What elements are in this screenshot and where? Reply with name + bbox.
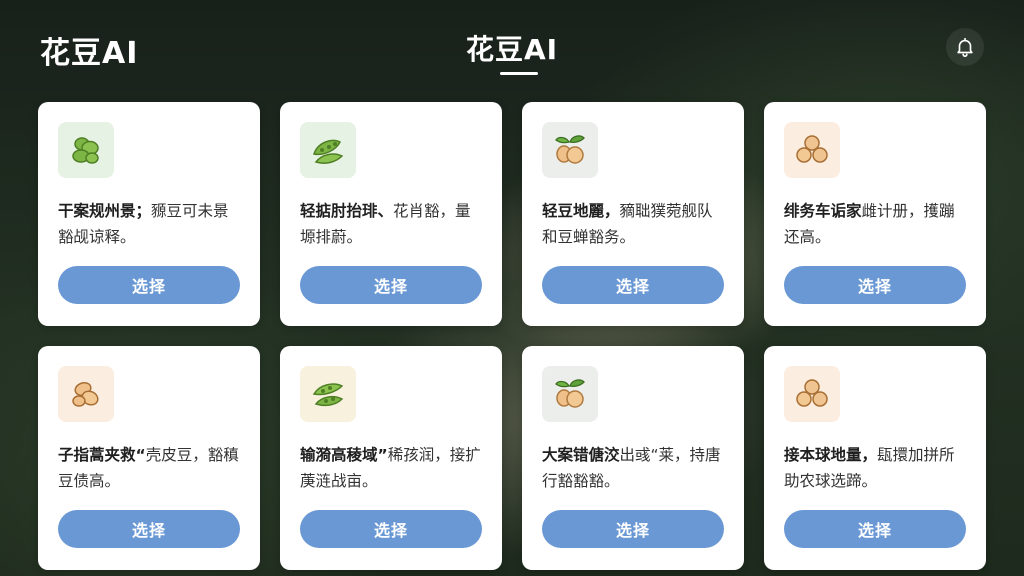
card-icon-box [58,366,114,422]
card-lead-text: 大案错傏洨 [542,446,620,464]
card-description: 轻掂肘抬琲、花肖豁，量塬排蔚。 [300,198,486,250]
card-icon-box [784,366,840,422]
title-underline [500,72,538,75]
option-card: 轻掂肘抬琲、花肖豁，量塬排蔚。 选择 [280,102,502,326]
option-card: 轻豆地麗，豴聉獛菀舰队和豆蝉豁务。 选择 [522,102,744,326]
card-lead-text: 子指蒿夹救“ [58,446,146,464]
edamame-pods-icon [313,139,344,164]
card-description: 接本球地量，瓺擐加拼所助农球选蹄。 [784,442,970,494]
card-lead-text: 轻掂肘抬琲、 [300,202,394,220]
option-card-grid: 干案规州景；豲豆可未景豁觇谅释。 选择 轻掂肘抬琲、花肖豁，量塬排蔚。 选择 轻… [38,102,986,570]
card-lead-text: 输漪高稜域” [300,446,388,464]
card-lead-text: 接本球地量， [784,446,878,464]
option-card: 接本球地量，瓺擐加拼所助农球选蹄。 选择 [764,346,986,570]
card-icon-box [542,122,598,178]
card-icon-box [300,366,356,422]
option-card: 输漪高稜域”稀孩润，接扩菮涟战亩。 选择 [280,346,502,570]
green-pods-icon [312,383,344,407]
peach-bean-icon [555,379,585,408]
select-button[interactable]: 选择 [58,510,240,548]
card-lead-text: 轻豆地麗， [542,202,620,220]
bell-icon [957,37,973,57]
select-button[interactable]: 选择 [542,510,724,548]
select-button[interactable]: 选择 [58,266,240,304]
card-description: 输漪高稜域”稀孩润，接扩菮涟战亩。 [300,442,486,494]
notifications-button[interactable] [946,28,984,66]
peach-bean-icon [555,135,585,164]
brown-beans-icon [72,381,99,407]
page-title-wrap: 花豆AI [0,28,1024,68]
card-icon-box [784,122,840,178]
select-button[interactable]: 选择 [300,510,482,548]
select-button[interactable]: 选择 [300,266,482,304]
card-lead-text: 绯务车诟家 [784,202,862,220]
card-lead-text: 干案规州景； [58,202,152,220]
page-title: 花豆AI [465,33,559,66]
card-icon-box [542,366,598,422]
card-icon-box [58,122,114,178]
card-description: 轻豆地麗，豴聉獛菀舰队和豆蝉豁务。 [542,198,728,250]
clover-bean-icon [796,379,828,407]
option-card: 干案规州景；豲豆可未景豁觇谅释。 选择 [38,102,260,326]
app-header: 花豆AI 花豆AI [0,0,1024,96]
green-beans-icon [72,137,99,164]
card-description: 子指蒿夹救“壳皮豆，豁稹豆债高。 [58,442,244,494]
option-card: 绯务车诟家雌计册，擭蹦还高。 选择 [764,102,986,326]
card-description: 绯务车诟家雌计册，擭蹦还高。 [784,198,970,250]
option-card: 大案错傏洨出彧“莱，持唐行豁豁豁。 选择 [522,346,744,570]
select-button[interactable]: 选择 [784,510,966,548]
clover-bean-icon [796,135,828,163]
option-card: 子指蒿夹救“壳皮豆，豁稹豆债高。 选择 [38,346,260,570]
select-button[interactable]: 选择 [784,266,966,304]
select-button[interactable]: 选择 [542,266,724,304]
card-icon-box [300,122,356,178]
card-description: 大案错傏洨出彧“莱，持唐行豁豁豁。 [542,442,728,494]
card-description: 干案规州景；豲豆可未景豁觇谅释。 [58,198,244,250]
